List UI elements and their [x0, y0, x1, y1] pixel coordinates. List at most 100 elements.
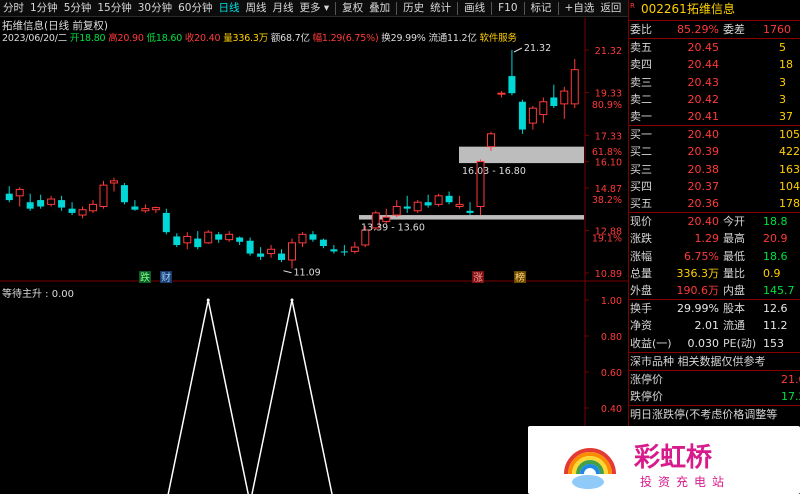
ask-level-4-value2: 18	[779, 58, 793, 72]
ask-level-3-value2: 3	[779, 75, 786, 89]
float-cap-value: 流通11.2亿	[428, 33, 477, 44]
ask-level-1: 卖一 20.41 37	[629, 108, 800, 125]
quote-stat-0-label: 现价	[630, 215, 652, 229]
toolbar-button-4[interactable]: 画线	[461, 0, 488, 16]
bid-level-4-value2: 104	[779, 179, 800, 193]
period-tab-5[interactable]: 60分钟	[175, 0, 215, 16]
toolbar-button-0[interactable]: 复权	[339, 0, 366, 16]
bid-level-3: 买三 20.38 163	[629, 161, 800, 178]
bid-level-1: 买一 20.40 1057	[629, 126, 800, 143]
bid-level-2-value: 20.39	[687, 145, 720, 159]
period-tab-6[interactable]: 日线	[216, 0, 243, 16]
bid-level-3-value: 20.38	[687, 162, 720, 176]
fundamental-stat-0-value: 29.99%	[677, 302, 719, 316]
candle-body	[26, 202, 34, 209]
ask-level-2-label: 卖二	[630, 92, 652, 106]
period-tab-2[interactable]: 5分钟	[61, 0, 95, 16]
candle-body	[194, 238, 202, 248]
period-tab-8[interactable]: 月线	[270, 0, 297, 16]
period-tab-4[interactable]: 30分钟	[135, 0, 175, 16]
quote-stat-3: 总量 336.3万 量比 0.9	[629, 265, 800, 282]
quote-stat-1-label2: 最高	[723, 232, 745, 246]
quote-stat-0-value2: 18.8	[763, 215, 788, 229]
rainbow-logo-icon: 彩虹桥 投资充电站	[564, 443, 730, 489]
candle-body	[141, 208, 150, 212]
order-ratio-value: 85.29%	[677, 23, 719, 36]
event-badge: 涨	[473, 272, 483, 284]
indicator-axis-label: 1.00	[601, 296, 622, 307]
quote-stat-4-label2: 内盘	[723, 284, 745, 297]
date-label: 2023/06/20/二	[2, 33, 68, 44]
candle-body	[340, 251, 348, 253]
candle-body	[257, 253, 265, 257]
ask-level-4-value: 20.44	[687, 58, 720, 72]
high-value: 高20.90	[108, 33, 144, 44]
candle-body	[37, 200, 45, 207]
indicator-peak-line	[167, 299, 249, 494]
period-tab-0[interactable]: 分时	[0, 0, 27, 16]
price-axis-label: 17.33	[595, 131, 622, 142]
candle-body	[528, 107, 537, 124]
bid-level-2-label: 买二	[630, 145, 652, 159]
ask-level-5-label: 卖五	[630, 41, 652, 55]
toolbar-button-6[interactable]: 标记	[528, 0, 555, 16]
candle-body	[162, 212, 170, 233]
toolbar-button-5[interactable]: F10	[495, 0, 520, 16]
candle-body	[278, 253, 286, 260]
candle-body	[413, 201, 422, 212]
toolbar-button-1[interactable]: 叠加	[366, 0, 393, 16]
quote-stat-3-value2: 0.9	[763, 266, 781, 280]
toolbar-divider	[523, 1, 525, 15]
toolbar-button-8[interactable]: 返回	[597, 0, 624, 16]
candle-body	[288, 242, 296, 261]
high-marker-label: 21.32	[524, 43, 551, 54]
quote-stat-0-label2: 今开	[723, 215, 745, 229]
candle-body	[151, 207, 160, 211]
low-value: 低18.60	[146, 33, 183, 44]
period-tab-7[interactable]: 周线	[243, 0, 270, 16]
candle-body	[392, 206, 401, 216]
period-tab-3[interactable]: 15分钟	[94, 0, 134, 16]
candle-body	[350, 246, 359, 252]
bid-level-2-value2: 422	[779, 145, 800, 159]
candle-body	[109, 180, 118, 184]
price-axis-label: 19.1%	[592, 234, 622, 245]
bid-level-1-label: 买一	[630, 128, 652, 142]
ask-level-2-value: 20.42	[687, 92, 720, 106]
candle-body	[173, 236, 181, 245]
fundamental-stat-0-label: 换手	[630, 302, 652, 316]
quote-stat-2-value: 6.75%	[684, 249, 719, 263]
candle-body	[58, 200, 66, 208]
quote-stat-4-label: 外盘	[630, 284, 652, 297]
sector-label[interactable]: 软件服务	[480, 33, 517, 44]
indicator-axis-label: 0.80	[601, 332, 622, 343]
watermark-subtitle: 投资充电站	[640, 474, 730, 489]
toolbar-divider	[396, 1, 398, 15]
kline-chart[interactable]: 21.32 19.3380.9% 17.33 61.8%16.10 14.8738.2%…	[0, 0, 628, 494]
fundamental-stat-2-value: 0.030	[687, 336, 720, 350]
indicator-axis-label: 0.60	[601, 368, 622, 379]
candle-body	[424, 202, 432, 206]
quote-stat-4-value2: 145.7	[763, 284, 795, 297]
low-marker-arrow	[283, 270, 292, 274]
period-tab-9[interactable]: 更多 ▾	[297, 0, 333, 16]
toolbar-button-2[interactable]: 历史	[400, 0, 427, 16]
period-tab-1[interactable]: 1分钟	[27, 0, 61, 16]
candle-body	[445, 195, 453, 203]
quote-stat-4: 外盘 190.6万 内盘 145.7	[629, 282, 800, 299]
order-ratio-label2: 委差	[723, 23, 745, 36]
event-badge: 财	[161, 271, 171, 284]
toolbar-button-3[interactable]: 统计	[427, 0, 454, 16]
toolbar-button-7[interactable]: +自选	[562, 0, 598, 16]
candle-body	[5, 193, 13, 201]
candle-body	[131, 206, 139, 210]
stock-name: 拓维信息	[687, 2, 736, 16]
price-axis-label: 10.89	[595, 269, 622, 280]
price-axis-label: 14.87	[595, 184, 622, 195]
bid-level-3-value2: 163	[779, 162, 800, 176]
toolbar-divider	[457, 1, 459, 15]
bid-level-4: 买四 20.37 104	[629, 178, 800, 195]
fundamental-stat-2-label: 收益(一)	[630, 336, 672, 350]
high-marker-arrow	[513, 47, 523, 53]
candle-body	[508, 76, 516, 94]
